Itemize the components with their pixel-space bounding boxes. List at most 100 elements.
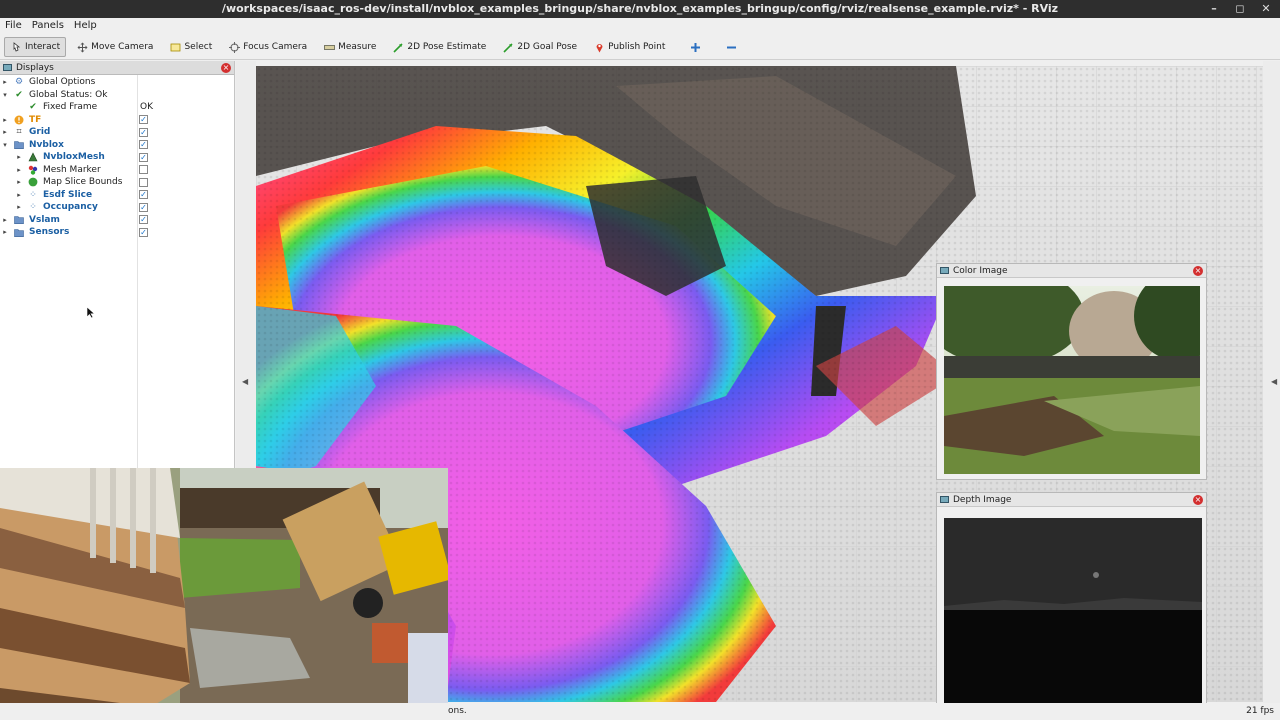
menu-bar: File Panels Help [0,18,1280,34]
camera-overlay-scene [0,468,448,720]
window-title-bar: /workspaces/isaac_ros-dev/install/nvblox… [0,0,1280,18]
expand-arrow-icon[interactable]: ▸ [1,216,9,224]
monitor-icon [940,496,949,503]
display-row-tf[interactable]: ▸ TF ✓ [0,114,235,127]
display-row-mesh-marker[interactable]: ▸ Mesh Marker [0,164,235,177]
plus-icon [689,41,701,53]
display-row-esdf-slice[interactable]: ▸ ⁘ Esdf Slice ✓ [0,189,235,202]
minimize-button[interactable]: – [1208,0,1220,17]
color-image-title: Color Image [953,265,1008,276]
collapse-arrow-icon[interactable]: ▾ [1,141,9,149]
expand-arrow-icon[interactable]: ▸ [15,191,23,199]
color-image-panel: Color Image × [936,263,1207,480]
focus-camera-button[interactable]: Focus Camera [222,37,313,57]
map-slice-bounds-checkbox[interactable] [139,177,148,187]
display-row-global-status[interactable]: ▾ ✔ Global Status: Ok [0,89,235,102]
goal-pose-button[interactable]: 2D Goal Pose [496,37,583,57]
display-row-global-options[interactable]: ▸ ⚙ Global Options [0,76,235,89]
point-cloud-icon: ⁘ [29,202,37,213]
collapse-arrow-icon[interactable]: ▾ [1,91,9,99]
grid-icon: ⌗ [16,127,22,138]
expand-arrow-icon[interactable]: ▸ [15,203,23,211]
collapse-right-icon[interactable]: ◀ [1271,377,1277,386]
monitor-icon [3,64,12,71]
move-camera-icon [76,41,88,53]
pose-estimate-icon [392,41,404,53]
mesh-marker-checkbox[interactable] [139,165,148,175]
measure-button[interactable]: Measure [317,37,382,57]
select-icon [169,41,181,53]
display-row-vslam[interactable]: ▸ Vslam ✓ [0,214,235,227]
sensors-checkbox[interactable]: ✓ [139,227,148,237]
mouse-cursor-icon [86,306,95,319]
expand-arrow-icon[interactable]: ▸ [15,166,23,174]
expand-arrow-icon[interactable]: ▸ [1,116,9,124]
publish-point-button[interactable]: Publish Point [587,37,671,57]
interact-button[interactable]: Interact [4,37,67,57]
display-row-fixed-frame[interactable]: ✔ Fixed Frame OK [0,101,235,114]
warning-icon [14,115,24,125]
maximize-button[interactable]: ◻ [1234,0,1246,17]
menu-file[interactable]: File [5,18,22,34]
select-button[interactable]: Select [163,37,218,57]
add-tool-button[interactable] [683,37,707,57]
remove-tool-button[interactable] [719,37,743,57]
status-message: ons. [448,706,467,716]
gear-icon: ⚙ [14,77,24,88]
close-window-button[interactable]: ✕ [1260,0,1272,17]
monitor-icon [940,267,949,274]
close-depth-image-button[interactable]: × [1193,495,1203,505]
nvbloxmesh-checkbox[interactable]: ✓ [139,152,148,162]
display-row-nvbloxmesh[interactable]: ▸ NvbloxMesh ✓ [0,151,235,164]
displays-panel-title: Displays [16,62,54,73]
folder-icon [14,140,24,150]
fixed-frame-status: OK [140,102,153,113]
goal-pose-icon [502,41,514,53]
depth-image-feed [944,518,1202,709]
marker-icon [28,165,38,175]
publish-point-icon [593,41,605,53]
expand-arrow-icon[interactable]: ▸ [1,128,9,136]
checkmark-icon: ✔ [29,102,37,113]
grid-checkbox[interactable]: ✓ [139,127,148,137]
folder-icon [14,227,24,237]
expand-arrow-icon[interactable]: ▸ [15,153,23,161]
color-image-header: Color Image × [937,264,1206,278]
move-camera-button[interactable]: Move Camera [70,37,159,57]
tf-checkbox[interactable]: ✓ [139,115,148,125]
point-cloud-icon: ⁘ [29,189,37,200]
menu-panels[interactable]: Panels [32,18,64,34]
window-title: /workspaces/isaac_ros-dev/install/nvblox… [221,2,1059,15]
display-row-map-slice-bounds[interactable]: ▸ Map Slice Bounds [0,176,235,189]
fps-counter: 21 fps [1246,706,1274,716]
collapse-left-icon[interactable]: ◀ [242,377,248,386]
depth-image-title: Depth Image [953,494,1012,505]
vslam-checkbox[interactable]: ✓ [139,215,148,225]
focus-camera-icon [228,41,240,53]
display-row-occupancy[interactable]: ▸ ⁘ Occupancy ✓ [0,201,235,214]
expand-arrow-icon[interactable]: ▸ [15,178,23,186]
camera-overlay-video [0,468,448,720]
menu-help[interactable]: Help [74,18,97,34]
close-color-image-button[interactable]: × [1193,266,1203,276]
minus-icon [725,41,737,53]
display-row-grid[interactable]: ▸ ⌗ Grid ✓ [0,126,235,139]
expand-arrow-icon[interactable]: ▸ [1,78,9,86]
pose-estimate-button[interactable]: 2D Pose Estimate [386,37,492,57]
esdf-slice-checkbox[interactable]: ✓ [139,190,148,200]
cube-icon [28,177,38,187]
measure-icon [323,41,335,53]
close-panel-button[interactable]: × [221,63,231,73]
occupancy-checkbox[interactable]: ✓ [139,202,148,212]
mesh-icon [28,152,38,162]
display-row-sensors[interactable]: ▸ Sensors ✓ [0,226,235,239]
nvblox-checkbox[interactable]: ✓ [139,140,148,150]
display-row-nvblox[interactable]: ▾ Nvblox ✓ [0,139,235,152]
expand-arrow-icon[interactable]: ▸ [1,228,9,236]
depth-image-panel: Depth Image × [936,492,1207,716]
folder-icon [14,215,24,225]
toolbar: Interact Move Camera Select Focus Camera… [0,35,1280,60]
status-bar: ons. 21 fps [0,703,1280,720]
checkmark-icon: ✔ [15,89,23,100]
right-splitter[interactable]: ◀ [1263,61,1280,711]
